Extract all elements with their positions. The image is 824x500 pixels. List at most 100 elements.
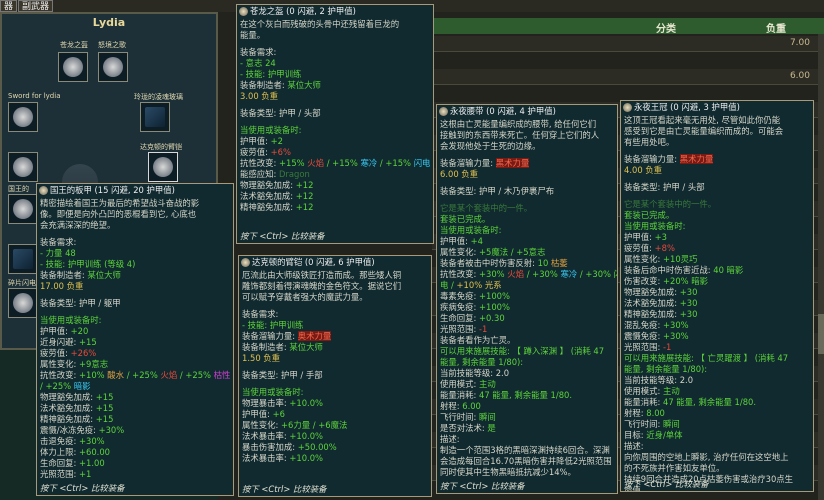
tooltip-text: 属性变化: [440,247,479,257]
tooltip-text: 法术暴击率: [242,431,290,441]
tooltip-text: 向你周围的空地上瞬影, 治疗任何在这空地上 [624,452,789,462]
tooltip-line: 光照范围: +1 [40,469,230,480]
tooltip-text: 装备制造者: [40,270,88,280]
tooltip-text: 瞬间 [478,412,496,422]
tooltip-line: 装备类型: 护甲 / 躯甲 [40,298,230,309]
tooltip-line: 物理豁免加成: +30 [624,287,810,298]
tooltip-text: -1 [662,342,672,352]
tooltip-line: 护甲值: +20 [40,326,230,337]
equip-slot[interactable] [8,288,38,318]
tooltip-line: 疲劳值: +6% [240,147,430,158]
tooltip-text: / +30% 闪 [577,269,618,279]
tooltip-text: 某位大师 [87,270,121,280]
tooltip-text: 火焰 [160,370,178,380]
tooltip-text: 装备类型: 护甲 / 头部 [624,182,705,192]
tooltip-text: - 意志 24 [240,58,276,68]
tooltip-line: 能量, 剩余能量 1/80): [624,364,810,375]
tooltip-text: 护甲值: [440,236,471,246]
compare-hint: 按下 <Ctrl> 比较装备 [242,484,327,494]
tooltip-text: 物理暴击率: [242,398,290,408]
tooltip-text: 电 / [440,280,457,290]
tooltip-text: 毒素免疫: [440,291,479,301]
equip-slot[interactable] [8,102,38,132]
scrollbar-thumb[interactable] [818,314,824,354]
tooltip-text: 法术豁免加成: [40,403,96,413]
tooltip-text: 可以用来施展技能: 【 亡灵躍渡 】 (消耗 47 [624,353,789,363]
tooltip-text: 光照范围: [440,324,479,334]
tooltip-text: 装备类型: 护甲 / 头部 [240,108,321,118]
inventory-row[interactable]: 6.00 [432,69,818,85]
tooltip-line: 向你周围的空地上瞬影, 治疗任何在这空地上 [624,452,810,463]
tooltip-text: 4.00 负重 [624,165,663,175]
inventory-header: 分类 负重 [432,18,824,35]
tooltip-text: - 技能: 护甲训练 [240,69,302,79]
tooltip-text: +6 [272,409,285,419]
inventory-row[interactable]: 7.00 [432,36,818,52]
tooltip-text: 属性变化: [624,254,663,264]
equip-slot[interactable] [8,152,38,182]
tooltip-text: -1 [478,324,488,334]
tooltip-line: 它是某个套装中的一件。 [624,199,810,210]
tab-offhand[interactable]: 副武器 [18,0,54,12]
tooltip-text: 装备溜输力量: [440,158,496,168]
tooltip-line: - 意志 24 [240,58,430,69]
tooltip-line: 接触到的东西带来死亡。任何穿上它们的人 [440,130,614,141]
column-weight[interactable]: 负重 [766,20,786,35]
tooltip-line: 精神豁免加成: +12 [240,202,430,213]
tooltip-text: 疲劳值: [40,348,71,358]
tooltip-text: 它是某个套装中的一件。 [440,203,533,213]
tooltip-line: 当前技能等级: 2.0 [624,375,810,386]
tooltip-line: 它是某个套装中的一件。 [440,203,614,214]
tooltip-line: 当使用或装备时: [40,315,230,326]
inventory-scrollbar[interactable] [818,34,824,500]
equip-slot[interactable] [8,244,38,274]
tooltip-line: 法术暴击率: +10.0% [242,431,428,442]
tooltip-line: 生命回复: +0.30 [440,313,614,324]
tooltip-line: 震慑免疫: +30% [624,331,810,342]
tooltip-text: +6% [270,147,291,157]
tooltip-line: 护甲值: +2 [240,136,430,147]
tooltip-text: 闪电 [413,158,431,168]
tooltip-body: 厄流此由大师级铁匠打造而成。那些矮人铜 雕饰都刻着得演魂魄的金色符文。据说它们 可以… [239,269,431,464]
equip-slot[interactable] [98,52,128,82]
tooltip-text: 法术豁免加成: [624,298,680,308]
tooltip-text: 震慑免疫: [624,331,663,341]
tooltip-title-text: 国王的板甲 (15 闪避, 20 护甲值) [50,185,175,195]
character-name: Lydia [92,16,126,29]
tooltip-line: 17.00 负重 [40,281,230,292]
tooltip-text: +15 [95,403,114,413]
tooltip-text: 会造成每回合16.70黑暗伤害并降低2光照范围 [440,456,612,466]
tooltip-text: 装备类型: 护甲 / 手部 [242,370,323,380]
tooltip-line: 属性变化: +5魔法 / +5意志 [440,247,614,258]
tooltip-line: 装备类型: 护甲 / 头部 [240,108,430,119]
tooltip-text: +10% [78,370,108,380]
tooltip-text: +10% 光系 [456,280,502,290]
tooltip-text: 震慑/冰冻免疫: [40,425,99,435]
tooltip-text: 同时使其中生物黑暗抵抗减少14%。 [440,467,576,477]
tooltip-text: 1.50 负重 [242,353,281,363]
tooltip-line: 属性变化: +6力量 / +6魔法 [242,420,428,431]
equip-slot[interactable] [148,152,178,182]
tooltip-text: 物理豁免加成: [40,392,96,402]
tooltip-line: 护甲值: +6 [242,409,428,420]
tooltip-line: 装备类型: 护甲 / 头部 [624,182,810,193]
equip-slot[interactable] [140,102,170,132]
tooltip-text: +30% [98,425,125,435]
tooltip-text: 法术暴击率: [242,453,290,463]
equip-slot[interactable] [58,52,88,82]
equip-slot[interactable] [8,194,38,224]
tooltip-line: 物理豁免加成: +12 [240,180,430,191]
column-category[interactable]: 分类 [656,20,676,35]
tab-armor[interactable]: 器 [0,0,18,12]
tooltip-line: 装备溜输力量: 黑术力量 [440,158,614,169]
tooltip-text: 6.00 [462,401,481,411]
tooltip-title-text: 永夜王冠 (0 闪避, 3 护甲值) [634,102,740,112]
tooltip-line: 光照范围: -1 [440,324,614,335]
ring-icon [13,293,33,313]
tooltip-text: 精神豁免加成: [40,414,96,424]
tooltip-text: 暗影 [73,381,91,391]
tooltip-text: 在这个灰白而残破的头骨中还残留着巨龙的 [240,19,400,29]
tooltip-text: / +25% [177,370,214,380]
tooltip-text: / +25% [124,370,161,380]
compare-hint: 按下 <Ctrl> 比较装备 [40,483,125,493]
